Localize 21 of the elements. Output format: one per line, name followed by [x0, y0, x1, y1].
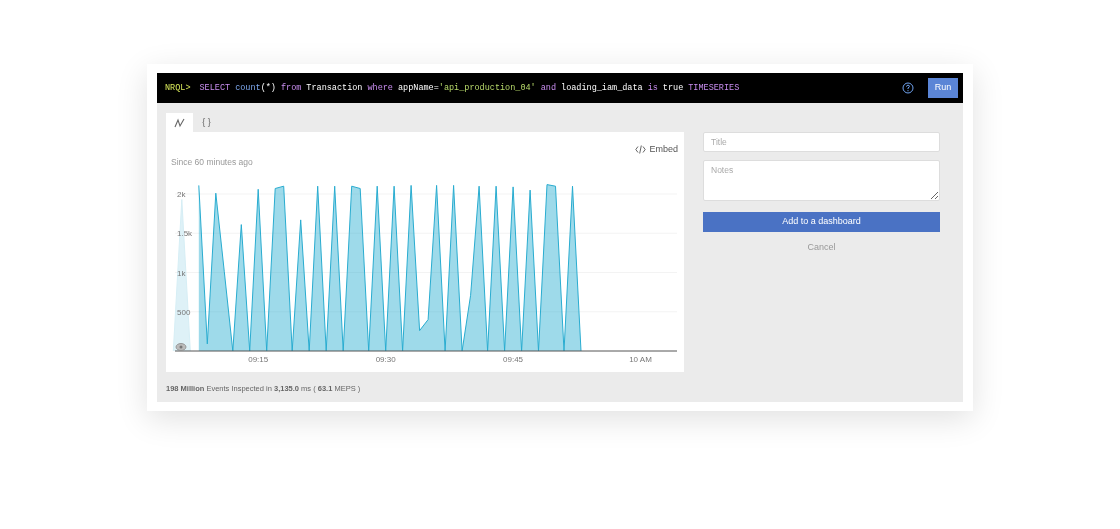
- view-tab[interactable]: { }: [193, 113, 220, 132]
- x-tick-label: 09:15: [248, 355, 269, 364]
- y-tick-label: 500: [177, 307, 191, 317]
- y-tick-label: 1.5k: [177, 229, 193, 239]
- eye-icon[interactable]: [175, 343, 187, 351]
- add-to-dashboard-button[interactable]: Add to a dashboard: [703, 212, 940, 232]
- view-tab[interactable]: [166, 113, 193, 132]
- y-tick-label: 2k: [177, 190, 186, 199]
- embed-button[interactable]: Embed: [635, 143, 678, 157]
- title-field[interactable]: Title: [703, 132, 940, 152]
- notes-field[interactable]: Notes: [703, 160, 940, 201]
- help-icon[interactable]: [902, 82, 914, 94]
- x-tick-label: 09:45: [503, 355, 524, 364]
- code-icon: [635, 145, 647, 155]
- x-tick-label: 10 AM: [629, 355, 652, 364]
- x-tick-label: 09:30: [375, 355, 396, 364]
- line-chart-icon: [173, 117, 186, 128]
- time-range-text: Since 60 minutes ago: [170, 155, 253, 169]
- run-button[interactable]: Run: [928, 78, 958, 98]
- y-tick-label: 1k: [177, 268, 186, 278]
- query-field[interactable]: NRQL> SELECT count(*) from Transaction where appName='api_production_04' and loading_iam_data is true TIMESERIES: [165, 81, 902, 95]
